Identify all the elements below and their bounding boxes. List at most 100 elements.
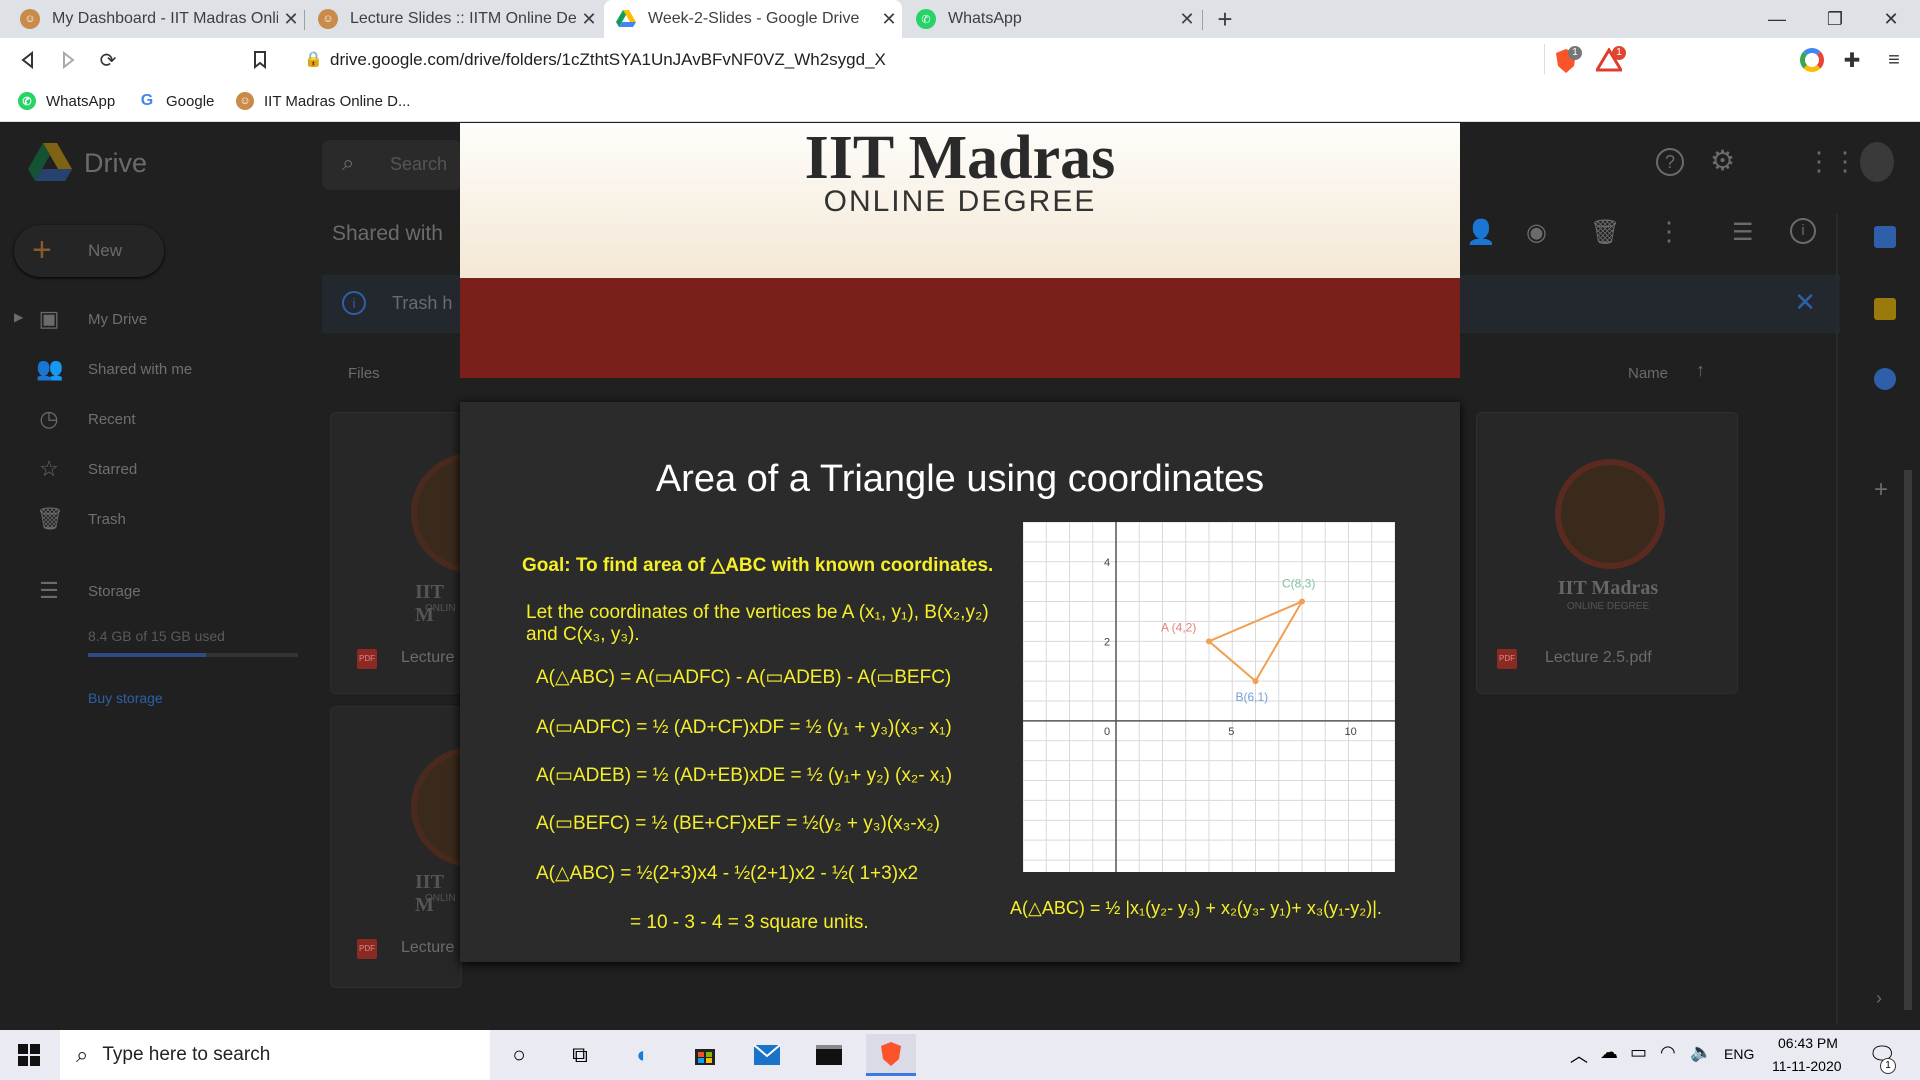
expand-panel-icon[interactable]: › [1876, 988, 1882, 1009]
google-drive-favicon-icon [616, 9, 636, 29]
avatar[interactable] [1860, 142, 1894, 182]
sidebar-item-trash[interactable]: Trash [88, 511, 126, 528]
bookmark-label: IIT Madras Online D... [264, 92, 411, 110]
sidebar-item-my-drive[interactable]: My Drive [88, 311, 147, 328]
extensions-puzzle-icon[interactable]: ✚ [1838, 46, 1866, 74]
file-card[interactable]: IIT M ONLIN PDF Lecture [330, 412, 531, 694]
close-tab-icon[interactable]: ✕ [576, 9, 602, 30]
drive-search-bar[interactable]: ⌕ Search [322, 140, 462, 190]
calendar-addon-icon[interactable] [1874, 226, 1896, 248]
tab-google-drive[interactable]: Week-2-Slides - Google Drive ✕ [604, 0, 902, 38]
storage-cloud-icon: ☰ [39, 578, 59, 603]
share-user-icon[interactable]: 👤 [1466, 218, 1496, 247]
alert-badge: 1 [1612, 46, 1626, 60]
edge-icon[interactable]: ◐ [618, 1034, 668, 1076]
close-tab-icon[interactable]: ✕ [876, 9, 902, 30]
y-tick-label: 4 [1104, 557, 1110, 569]
brave-taskbar-icon[interactable] [866, 1034, 916, 1076]
list-view-icon[interactable]: ☰ [1732, 218, 1754, 247]
volume-icon[interactable]: 🔈 [1690, 1042, 1712, 1063]
close-window-icon[interactable]: ✕ [1862, 0, 1920, 38]
more-vert-icon[interactable]: ⋮ [1656, 216, 1682, 247]
bookmark-whatsapp[interactable]: ✆ WhatsApp [18, 90, 115, 112]
tasks-addon-icon[interactable] [1874, 368, 1896, 390]
close-tab-icon[interactable]: ✕ [1174, 9, 1200, 30]
tab-lecture-slides[interactable]: ☺ Lecture Slides :: IITM Online Degre ✕ [306, 0, 602, 38]
url-text: drive.google.com/drive/folders/1cZthtSYA… [330, 50, 886, 69]
bookmark-iitm[interactable]: ☺ IIT Madras Online D... [236, 90, 410, 112]
tray-chevron-up-icon[interactable]: ︿ [1570, 1042, 1588, 1068]
search-placeholder: Search [390, 154, 448, 174]
help-icon[interactable]: ? [1656, 148, 1684, 176]
battery-icon[interactable]: ▭ [1630, 1042, 1647, 1063]
cortana-icon[interactable]: ○ [494, 1034, 544, 1076]
clock-time[interactable]: 06:43 PM [1778, 1035, 1838, 1051]
card-sub: ONLINE DEGREE [1566, 601, 1650, 612]
clock-date[interactable]: 11-11-2020 [1772, 1058, 1842, 1074]
brave-badge: 1 [1568, 46, 1582, 60]
file-name: Lecture 2.5.pdf [1545, 649, 1652, 666]
sort-by-name[interactable]: Name [1628, 365, 1668, 382]
new-tab-icon[interactable]: + [1210, 4, 1240, 34]
terminal-icon[interactable] [804, 1034, 854, 1076]
profile-ring-icon[interactable] [1800, 48, 1824, 72]
sidebar-item-starred[interactable]: Starred [88, 461, 137, 478]
storage-label[interactable]: Storage [88, 583, 141, 600]
reload-icon[interactable]: ⟳ [94, 46, 122, 74]
divider [1544, 44, 1545, 74]
details-info-icon[interactable]: i [1790, 218, 1816, 244]
tab-dashboard[interactable]: ☺ My Dashboard - IIT Madras Online ✕ [8, 0, 304, 38]
expand-arrow-icon[interactable]: ▶ [14, 310, 23, 324]
iitm-seal-icon [1555, 459, 1665, 569]
forward-icon[interactable] [54, 46, 82, 74]
brave-rewards-icon[interactable]: 1 [1594, 46, 1626, 74]
settings-gear-icon[interactable]: ⚙ [1710, 144, 1735, 177]
restore-icon[interactable]: ❐ [1806, 0, 1864, 38]
bookmark-icon[interactable] [246, 46, 274, 74]
slide-line: A(△ABC) = A(▭ADFC) - A(▭ADEB) - A(▭BEFC) [536, 667, 952, 688]
back-icon[interactable] [14, 46, 42, 74]
apps-grid-icon[interactable]: ⋮⋮ [1806, 146, 1858, 177]
store-icon[interactable] [680, 1034, 730, 1076]
keep-addon-icon[interactable] [1874, 298, 1896, 320]
sort-arrow-up-icon[interactable]: ↑ [1696, 360, 1705, 381]
taskbar-search-placeholder: Type here to search [102, 1044, 271, 1065]
vertex-label: C(8,3) [1282, 577, 1315, 591]
sidebar-item-shared[interactable]: Shared with me [88, 361, 192, 378]
add-addon-icon[interactable]: + [1874, 476, 1888, 504]
mail-icon[interactable] [742, 1034, 792, 1076]
close-banner-icon[interactable]: ✕ [1794, 287, 1816, 318]
minimize-icon[interactable]: — [1748, 0, 1806, 38]
delete-icon[interactable]: 🗑 [1590, 218, 1620, 247]
scrollbar[interactable] [1904, 470, 1912, 1010]
browser-menu-icon[interactable]: ≡ [1880, 46, 1908, 74]
slide-page-2: Area of a Triangle using coordinates Goa… [460, 402, 1460, 962]
windows-start-icon[interactable] [4, 1030, 54, 1080]
slide-line: Let the coordinates of the vertices be A… [526, 602, 989, 623]
bookmark-google[interactable]: G Google [138, 90, 214, 112]
taskbar-search-box[interactable]: ⌕ Type here to search [60, 1030, 490, 1080]
slide-page-1: IIT Madras ONLINE DEGREE [460, 123, 1460, 378]
whatsapp-icon: ✆ [18, 92, 36, 110]
slide-formula: A(△ABC) = ½ |x₁(y₂- y₃) + x₂(y₃- y₁)+ x₃… [1010, 898, 1382, 918]
language-indicator[interactable]: ENG [1724, 1046, 1754, 1062]
side-panel-divider [1836, 214, 1838, 1024]
file-card[interactable]: IIT Madras ONLINE DEGREE PDF Lecture 2.5… [1476, 412, 1738, 694]
tab-whatsapp[interactable]: ✆ WhatsApp ✕ [904, 0, 1200, 38]
sidebar-item-recent[interactable]: Recent [88, 411, 136, 428]
close-tab-icon[interactable]: ✕ [278, 9, 304, 30]
files-label: Files [348, 365, 380, 382]
wifi-icon[interactable]: ◠ [1660, 1042, 1676, 1063]
preview-eye-icon[interactable]: ◉ [1526, 218, 1547, 247]
address-bar[interactable]: drive.google.com/drive/folders/1cZthtSYA… [292, 44, 1550, 76]
notification-count: 1 [1880, 1058, 1896, 1074]
file-card[interactable]: IIT M ONLIN PDF Lecture [330, 706, 531, 988]
task-view-icon[interactable]: ⧉ [555, 1034, 605, 1076]
storage-bar-fill [88, 653, 206, 657]
x-tick-label: 5 [1228, 726, 1234, 738]
new-button[interactable]: + New [14, 225, 164, 277]
info-icon: i [342, 291, 366, 315]
buy-storage-link[interactable]: Buy storage [88, 690, 163, 706]
brave-shield-icon[interactable]: 1 [1554, 46, 1582, 74]
onedrive-cloud-icon[interactable]: ☁ [1600, 1042, 1618, 1063]
